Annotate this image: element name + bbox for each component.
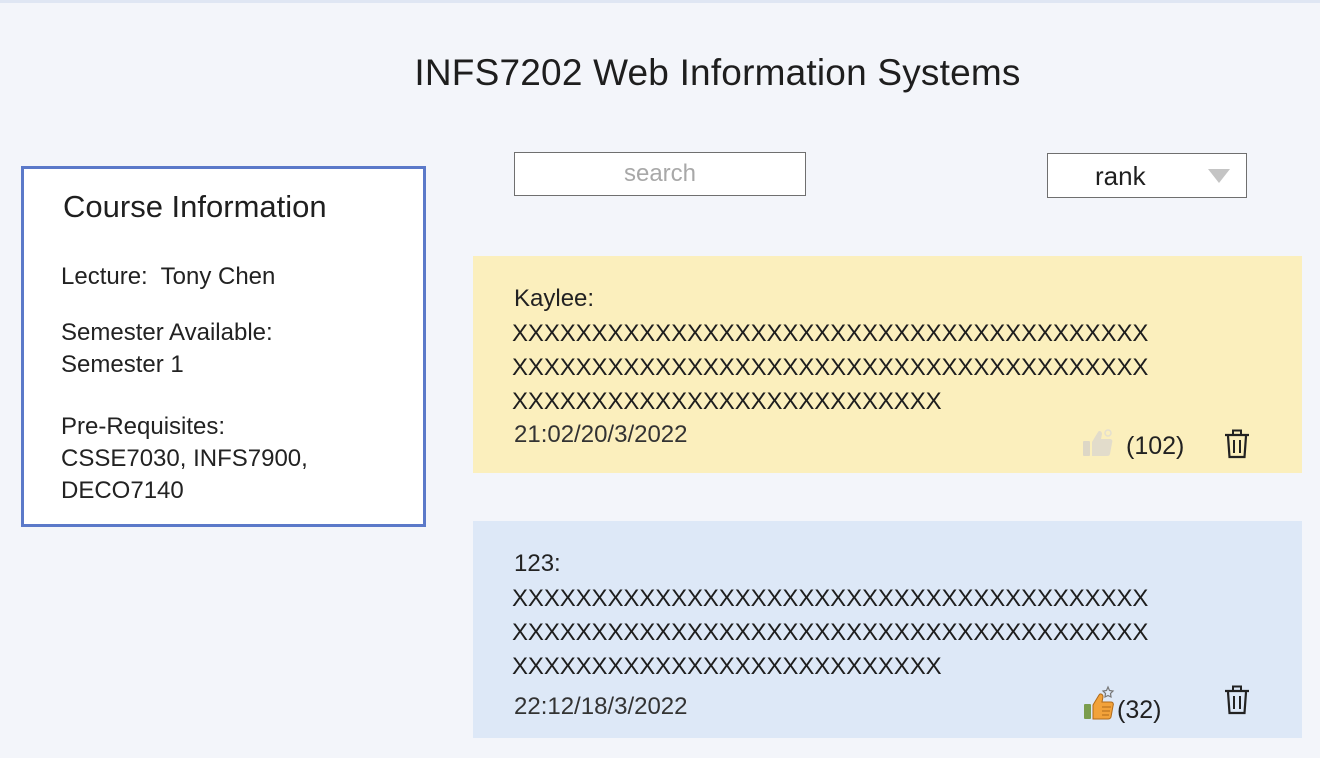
page-title: INFS7202 Web Information Systems	[414, 52, 1021, 93]
comment-timestamp: 22:12/18/3/2022	[514, 693, 688, 720]
comment-text-line: XXXXXXXXXXXXXXXXXXXXXXXXXXXXXXXXXXXXXXXX	[512, 619, 1149, 646]
triangle-down-icon	[1208, 169, 1230, 183]
comment-text-line: XXXXXXXXXXXXXXXXXXXXXXXXXXXXXXXXXXXXXXXX	[512, 585, 1149, 612]
thumbs-up-icon	[1083, 429, 1113, 456]
semester-label: Semester Available:	[61, 319, 273, 346]
thumbs-up-icon	[1084, 685, 1115, 720]
comment-card: Kaylee: XXXXXXXXXXXXXXXXXXXXXXXXXXXXXXXX…	[473, 256, 1302, 473]
prerequisites-value-line1: CSSE7030, INFS7900,	[61, 445, 308, 472]
comment-text-line: XXXXXXXXXXXXXXXXXXXXXXXXXXX	[512, 653, 942, 680]
comment-timestamp: 21:02/20/3/2022	[514, 421, 688, 448]
comment-text-line: XXXXXXXXXXXXXXXXXXXXXXXXXXXXXXXXXXXXXXXX	[512, 354, 1149, 381]
delete-button[interactable]	[1224, 429, 1250, 459]
prerequisites-value-line2: DECO7140	[61, 477, 184, 504]
semester-info: Semester Available: Semester 1	[61, 317, 273, 381]
lecture-label: Lecture:	[61, 263, 148, 290]
like-count: (32)	[1117, 696, 1162, 724]
like-count: (102)	[1126, 432, 1185, 460]
lecture-value: Tony Chen	[160, 263, 276, 290]
comment-author: Kaylee:	[514, 285, 595, 312]
lecture-info: Lecture: Tony Chen	[61, 261, 275, 293]
like-button[interactable]	[1082, 685, 1116, 720]
comment-text: XXXXXXXXXXXXXXXXXXXXXXXXXXXXXXXXXXXXXXXX…	[512, 582, 1282, 684]
comment-text-line: XXXXXXXXXXXXXXXXXXXXXXXXXXXXXXXXXXXXXXXX	[512, 320, 1149, 347]
course-info-heading: Course Information	[63, 189, 327, 224]
trash-icon	[1225, 685, 1249, 715]
delete-button[interactable]	[1224, 685, 1250, 715]
comment-card: 123: XXXXXXXXXXXXXXXXXXXXXXXXXXXXXXXXXXX…	[473, 521, 1302, 738]
sort-selected-value: rank	[1095, 161, 1146, 191]
semester-value: Semester 1	[61, 351, 184, 378]
top-border	[0, 0, 1320, 3]
comment-author: 123:	[514, 550, 561, 577]
sort-dropdown[interactable]: rank	[1047, 153, 1247, 198]
comment-text: XXXXXXXXXXXXXXXXXXXXXXXXXXXXXXXXXXXXXXXX…	[512, 317, 1282, 419]
like-button[interactable]	[1081, 428, 1115, 458]
prerequisites-info: Pre-Requisites: CSSE7030, INFS7900, DECO…	[61, 411, 308, 507]
search-input[interactable]	[514, 152, 806, 196]
comment-text-line: XXXXXXXXXXXXXXXXXXXXXXXXXXX	[512, 388, 942, 415]
prerequisites-label: Pre-Requisites:	[61, 413, 226, 440]
trash-icon	[1225, 429, 1249, 459]
course-info-panel: Course Information Lecture: Tony Chen Se…	[21, 166, 426, 527]
